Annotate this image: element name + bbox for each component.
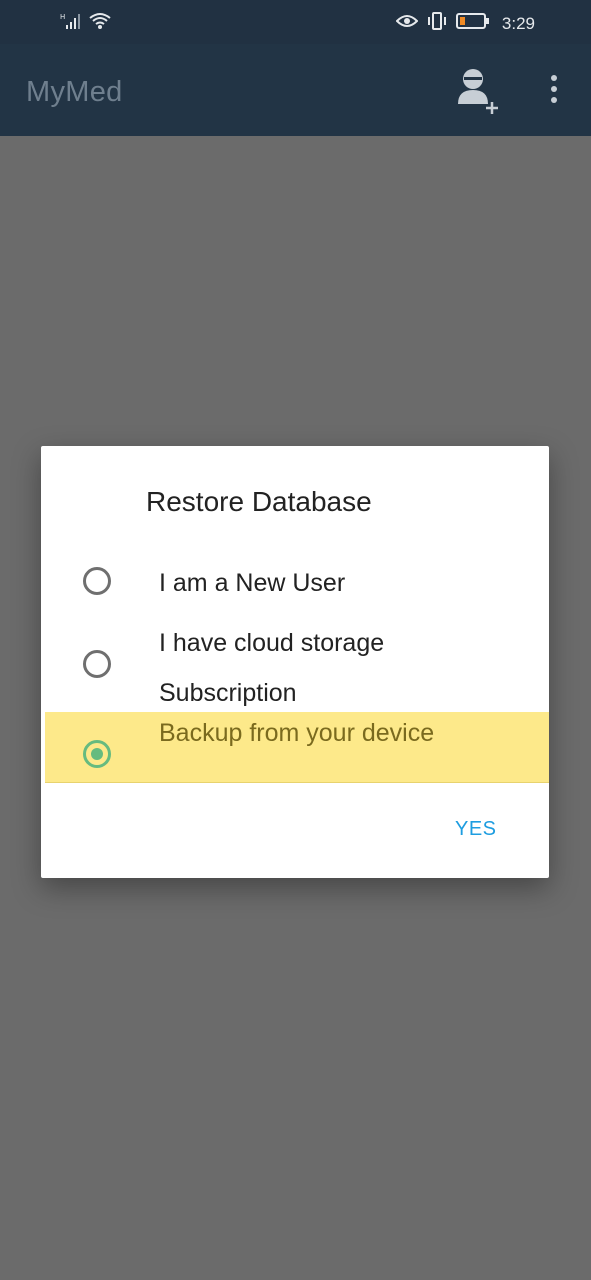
restore-database-dialog: Restore Database I am a New User I have … bbox=[41, 446, 549, 878]
radio-button-icon[interactable] bbox=[83, 567, 111, 595]
app-title: MyMed bbox=[26, 76, 123, 108]
option-cloud-storage[interactable]: I have cloud storage Subscription bbox=[41, 618, 549, 718]
yes-button[interactable]: YES bbox=[455, 818, 497, 841]
option-label: I have cloud storage Subscription bbox=[159, 629, 385, 707]
more-options-icon[interactable] bbox=[546, 74, 562, 106]
option-new-user[interactable]: I am a New User bbox=[41, 558, 549, 608]
vibrate-icon bbox=[426, 12, 448, 35]
status-left: H bbox=[60, 12, 112, 35]
eye-icon bbox=[395, 13, 419, 34]
radio-button-icon[interactable] bbox=[83, 650, 111, 678]
radio-button-selected-icon[interactable] bbox=[83, 740, 111, 768]
status-bar: H 3:29 bbox=[0, 0, 591, 44]
status-right: 3:29 bbox=[395, 12, 535, 35]
battery-icon bbox=[455, 13, 490, 34]
signal-icon: H bbox=[60, 12, 82, 35]
add-user-icon[interactable] bbox=[456, 66, 504, 116]
wifi-icon bbox=[88, 12, 112, 35]
app-bar: MyMed bbox=[0, 44, 591, 136]
option-label: Backup from your device bbox=[159, 719, 435, 747]
svg-text:H: H bbox=[60, 13, 65, 21]
option-backup-device[interactable]: Backup from your device bbox=[45, 712, 549, 782]
dialog-title: Restore Database bbox=[146, 486, 372, 517]
status-time: 3:29 bbox=[501, 13, 535, 33]
option-label: I am a New User bbox=[159, 569, 346, 597]
